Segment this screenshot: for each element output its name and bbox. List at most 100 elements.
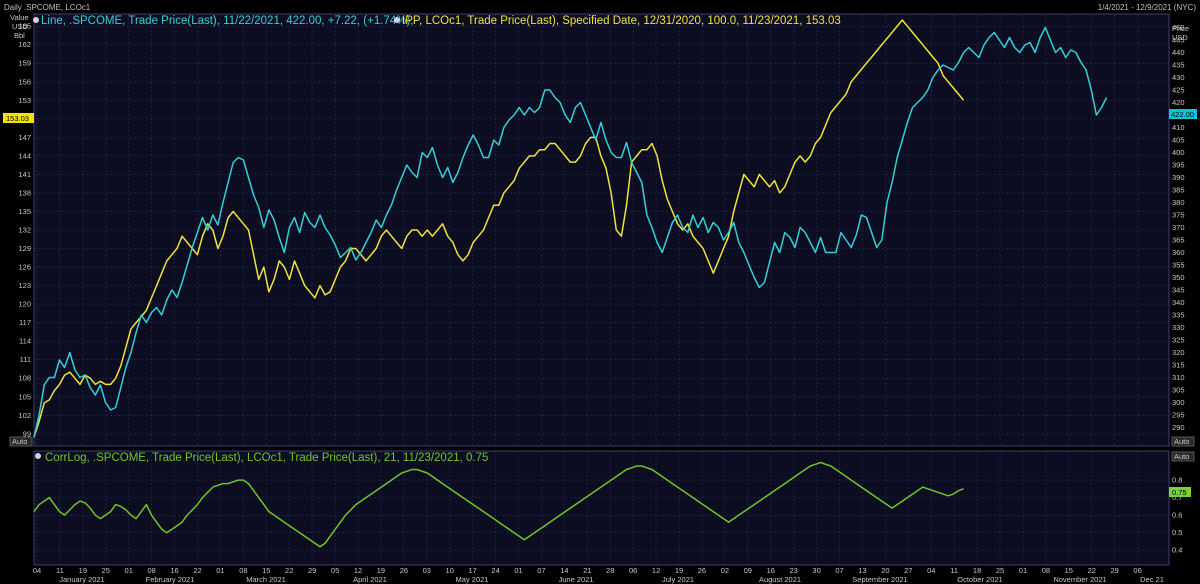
- left-axis-title-line: Bbl: [14, 31, 25, 40]
- x-tick-label: 10: [446, 566, 454, 575]
- left-tick-label: 117: [19, 318, 31, 327]
- right-tick-label: 385: [1172, 186, 1185, 195]
- corr-legend: CorrLog, .SPCOME, Trade Price(Last), LCO…: [35, 452, 488, 464]
- right-last-value-text: 422.00: [1171, 110, 1194, 119]
- x-tick-label: 13: [858, 566, 866, 575]
- x-tick-label: 07: [537, 566, 545, 575]
- x-month-label: February 2021: [146, 575, 195, 584]
- x-month-label: January 2021: [59, 575, 104, 584]
- x-tick-label: 08: [1042, 566, 1050, 575]
- right-tick-label: 400: [1172, 148, 1185, 157]
- corr-last-value-text: 0.75: [1172, 488, 1187, 497]
- x-month-label: October 2021: [957, 575, 1002, 584]
- x-month-label: August 2021: [759, 575, 801, 584]
- x-tick-label: 25: [102, 566, 110, 575]
- right-tick-label: 365: [1172, 236, 1185, 245]
- x-tick-label: 19: [377, 566, 385, 575]
- left-tick-label: 138: [18, 188, 31, 197]
- right-tick-label: 410: [1172, 123, 1185, 132]
- right-tick-label: 305: [1172, 386, 1185, 395]
- right-tick-label: 330: [1172, 323, 1185, 332]
- right-tick-label: 300: [1172, 398, 1185, 407]
- x-tick-label: 12: [354, 566, 362, 575]
- x-tick-label: 20: [881, 566, 889, 575]
- right-tick-label: 315: [1172, 361, 1185, 370]
- x-tick-label: 07: [835, 566, 843, 575]
- x-month-label: September 2021: [852, 575, 907, 584]
- right-tick-label: 420: [1172, 98, 1185, 107]
- left-tick-label: 165: [18, 22, 31, 31]
- corr-auto-label: Auto: [1174, 452, 1189, 461]
- right-tick-label: 395: [1172, 161, 1185, 170]
- right-tick-label: 345: [1172, 286, 1185, 295]
- left-tick-label: 105: [18, 392, 31, 401]
- chart-header-title: Daily .SPCOME, LCOc1: [4, 3, 91, 12]
- corr-tick-label: 0.4: [1172, 546, 1182, 555]
- x-tick-label: 22: [193, 566, 201, 575]
- corr-tick-label: 0.5: [1172, 528, 1182, 537]
- x-month-label: March 2021: [246, 575, 286, 584]
- x-tick-label: 22: [1088, 566, 1096, 575]
- right-tick-label: 325: [1172, 336, 1185, 345]
- x-month-label: Dec 21: [1140, 575, 1164, 584]
- x-month-label: July 2021: [662, 575, 694, 584]
- chart-header-range: 1/4/2021 - 12/9/2021 (NYC): [1098, 3, 1197, 12]
- x-tick-label: 15: [1065, 566, 1073, 575]
- x-tick-label: 11: [56, 566, 64, 575]
- x-tick-label: 30: [812, 566, 820, 575]
- legend-gear-icon[interactable]: [35, 453, 41, 459]
- x-tick-label: 11: [950, 566, 958, 575]
- x-tick-label: 01: [216, 566, 224, 575]
- left-last-value-text: 153.03: [6, 114, 29, 123]
- x-tick-label: 19: [79, 566, 87, 575]
- x-tick-label: 21: [583, 566, 591, 575]
- left-tick-label: 111: [20, 355, 31, 364]
- right-tick-label: 450: [1172, 23, 1185, 32]
- right-tick-label: 335: [1172, 311, 1185, 320]
- x-tick-label: 05: [331, 566, 339, 575]
- right-tick-label: 380: [1172, 198, 1185, 207]
- x-tick-label: 08: [239, 566, 247, 575]
- main-legend: Line, .SPCOME, Trade Price(Last), 11/22/…: [33, 15, 841, 27]
- left-tick-label: 141: [18, 170, 31, 179]
- corr-tick-label: 0.6: [1172, 511, 1182, 520]
- x-tick-label: 28: [606, 566, 614, 575]
- right-tick-label: 375: [1172, 211, 1185, 220]
- right-tick-label: 405: [1172, 136, 1185, 145]
- x-tick-label: 17: [468, 566, 476, 575]
- x-tick-label: 27: [904, 566, 912, 575]
- x-tick-label: 16: [170, 566, 178, 575]
- right-tick-label: 360: [1172, 248, 1185, 257]
- x-tick-label: 23: [789, 566, 797, 575]
- corr-tick-label: 0.8: [1172, 476, 1182, 485]
- legend-gear-icon[interactable]: [394, 17, 400, 23]
- left-tick-label: 144: [18, 151, 31, 160]
- x-tick-label: 15: [262, 566, 270, 575]
- left-tick-label: 126: [18, 263, 31, 272]
- x-tick-label: 25: [996, 566, 1004, 575]
- right-tick-label: 295: [1172, 411, 1185, 420]
- x-tick-label: 18: [973, 566, 981, 575]
- left-axis-ticks: 9910210510811111411712012312612913213513…: [18, 22, 31, 439]
- left-last-value-tag: 153.03: [3, 113, 34, 123]
- x-tick-label: 12: [652, 566, 660, 575]
- right-tick-label: 340: [1172, 298, 1185, 307]
- legend-gear-icon[interactable]: [33, 17, 39, 23]
- x-tick-label: 06: [629, 566, 637, 575]
- left-tick-label: 156: [18, 77, 31, 86]
- left-auto-label: Auto: [12, 437, 27, 446]
- x-tick-label: 04: [927, 566, 935, 575]
- chart-canvas: Daily .SPCOME, LCOc1 1/4/2021 - 12/9/202…: [0, 0, 1200, 584]
- left-tick-label: 135: [18, 207, 31, 216]
- left-tick-label: 132: [18, 226, 31, 235]
- x-tick-label: 29: [308, 566, 316, 575]
- right-tick-label: 370: [1172, 223, 1185, 232]
- right-auto-label: Auto: [1174, 437, 1189, 446]
- x-tick-label: 01: [514, 566, 522, 575]
- right-tick-label: 350: [1172, 273, 1185, 282]
- right-tick-label: 320: [1172, 348, 1185, 357]
- right-tick-label: 310: [1172, 373, 1185, 382]
- x-tick-label: 16: [767, 566, 775, 575]
- x-tick-label: 26: [698, 566, 706, 575]
- right-tick-label: 355: [1172, 261, 1185, 270]
